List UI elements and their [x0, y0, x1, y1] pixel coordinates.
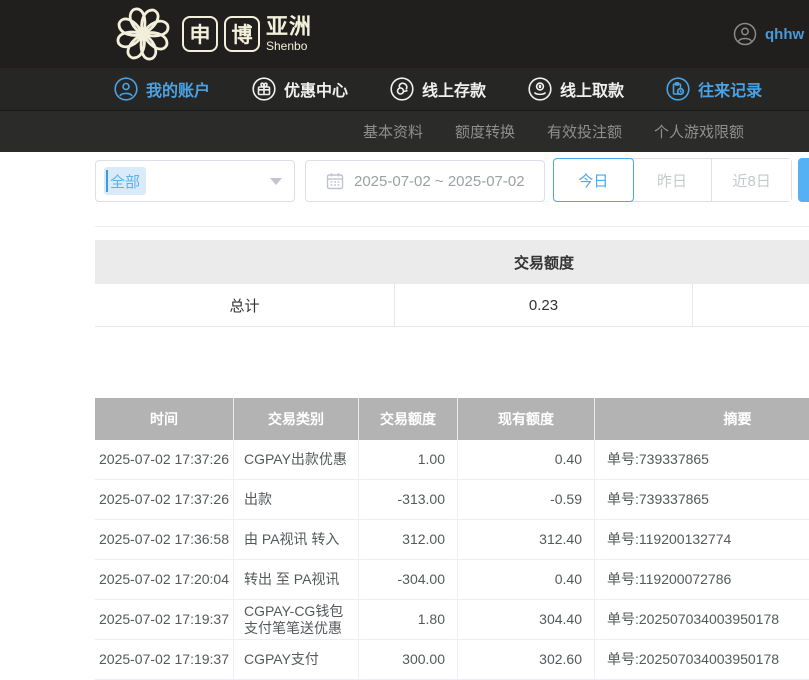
deposit-icon	[390, 77, 414, 101]
text-cursor	[106, 170, 108, 192]
section-divider	[95, 226, 809, 227]
nav-label: 优惠中心	[284, 77, 348, 101]
header-cell-amount: 交易额度	[359, 398, 458, 440]
search-button[interactable]	[798, 158, 809, 202]
selected-type-label: 全部	[110, 171, 140, 192]
flower-logo-icon	[112, 4, 174, 64]
filter-bar: 全部 2025-07-02 ~ 2025-07-02 今日 昨日 近8日	[0, 152, 809, 226]
table-row: 2025-07-02 17:37:26CGPAY出款优惠1.000.40单号:7…	[95, 440, 809, 480]
table-row: 2025-07-02 17:19:37CGPAY支付300.00302.60单号…	[95, 640, 809, 680]
cell-type: CGPAY支付	[234, 640, 359, 679]
gift-icon	[252, 77, 276, 101]
cell-summary: 单号:739337865	[595, 480, 809, 519]
cell-type: 转出 至 PA视讯	[234, 560, 359, 599]
header-cell-summary: 摘要	[595, 398, 809, 440]
cell-time: 2025-07-02 17:37:26	[95, 440, 234, 479]
cell-type: CGPAY-CG钱包支付笔笔送优惠	[234, 600, 359, 639]
yesterday-button[interactable]: 昨日	[633, 159, 713, 201]
transactions-header: 时间交易类别交易额度现有额度摘要	[95, 398, 809, 440]
cell-amount: 300.00	[359, 640, 458, 679]
last-8-days-button[interactable]: 近8日	[712, 159, 791, 201]
cell-balance: 312.40	[458, 520, 595, 559]
cell-time: 2025-07-02 17:36:58	[95, 520, 234, 559]
subnav-item-game-limits[interactable]: 个人游戏限额	[654, 121, 744, 142]
cell-summary: 单号:202507034003950178	[595, 640, 809, 679]
chevron-down-icon	[270, 178, 282, 185]
cell-summary: 单号:739337865	[595, 440, 809, 479]
username: qhhw	[765, 26, 804, 43]
nav-label: 我的账户	[146, 77, 210, 101]
summary-header-label: 交易额度	[395, 240, 693, 284]
logo-char-bo: 博	[224, 16, 260, 52]
transactions-table: 时间交易类别交易额度现有额度摘要 2025-07-02 17:37:26CGPA…	[95, 398, 809, 680]
cell-time: 2025-07-02 17:19:37	[95, 600, 234, 639]
withdraw-icon	[528, 77, 552, 101]
nav-label: 线上存款	[422, 77, 486, 101]
logo-region-cn: 亚洲	[266, 16, 312, 38]
logo-region: 亚洲 Shenbo	[266, 16, 312, 52]
calendar-icon	[326, 172, 344, 190]
cell-summary: 单号:119200132774	[595, 520, 809, 559]
today-button[interactable]: 今日	[553, 158, 634, 202]
cell-balance: -0.59	[458, 480, 595, 519]
nav-label: 往来记录	[698, 77, 762, 101]
cell-type: 出款	[234, 480, 359, 519]
quick-date-buttons: 今日 昨日 近8日	[553, 158, 792, 202]
cell-type: 由 PA视讯 转入	[234, 520, 359, 559]
summary-header-row: 交易额度	[95, 240, 809, 284]
records-icon	[666, 77, 690, 101]
table-row: 2025-07-02 17:20:04转出 至 PA视讯-304.000.40单…	[95, 560, 809, 600]
logo-char-shen: 申	[182, 16, 218, 52]
nav-item-withdraw[interactable]: 线上取款	[528, 77, 624, 101]
avatar-icon	[733, 22, 757, 46]
selected-type-tag: 全部	[104, 167, 146, 195]
summary-total-value: 0.23	[395, 284, 693, 326]
site-logo[interactable]: 申 博 亚洲 Shenbo	[112, 4, 312, 64]
logo-region-en: Shenbo	[266, 40, 312, 52]
cell-amount: 1.00	[359, 440, 458, 479]
nav-label: 线上取款	[560, 77, 624, 101]
main-nav: 我的账户 优惠中心 线上存款 线上取款 往来记录	[0, 68, 809, 110]
date-range-input[interactable]: 2025-07-02 ~ 2025-07-02	[305, 160, 545, 202]
nav-item-promotions[interactable]: 优惠中心	[252, 77, 348, 101]
nav-item-records[interactable]: 往来记录	[666, 77, 762, 101]
account-menu[interactable]: qhhw	[733, 0, 804, 68]
transactions-body: 2025-07-02 17:37:26CGPAY出款优惠1.000.40单号:7…	[95, 440, 809, 680]
cell-amount: 1.80	[359, 600, 458, 639]
cell-amount: 312.00	[359, 520, 458, 559]
cell-balance: 0.40	[458, 560, 595, 599]
cell-time: 2025-07-02 17:19:37	[95, 640, 234, 679]
cell-amount: -313.00	[359, 480, 458, 519]
header-cell-time: 时间	[95, 398, 234, 440]
cell-summary: 单号:202507034003950178	[595, 600, 809, 639]
cell-summary: 单号:119200072786	[595, 560, 809, 599]
cell-time: 2025-07-02 17:37:26	[95, 480, 234, 519]
table-row: 2025-07-02 17:37:26出款-313.00-0.59单号:7393…	[95, 480, 809, 520]
nav-item-my-account[interactable]: 我的账户	[114, 77, 210, 101]
nav-item-deposit[interactable]: 线上存款	[390, 77, 486, 101]
date-range-value: 2025-07-02 ~ 2025-07-02	[354, 173, 525, 190]
subnav-item-basic-info[interactable]: 基本资料	[363, 121, 423, 142]
user-icon	[114, 77, 138, 101]
cell-balance: 304.40	[458, 600, 595, 639]
cell-type: CGPAY出款优惠	[234, 440, 359, 479]
table-row: 2025-07-02 17:19:37CGPAY-CG钱包支付笔笔送优惠1.80…	[95, 600, 809, 640]
table-row: 2025-07-02 17:36:58由 PA视讯 转入312.00312.40…	[95, 520, 809, 560]
cell-amount: -304.00	[359, 560, 458, 599]
subnav-item-credit-transfer[interactable]: 额度转换	[455, 121, 515, 142]
summary-empty-cell	[693, 284, 809, 326]
transaction-type-select[interactable]: 全部	[95, 160, 295, 202]
subnav-item-valid-bets[interactable]: 有效投注额	[547, 121, 622, 142]
cell-time: 2025-07-02 17:20:04	[95, 560, 234, 599]
summary-total-row: 总计 0.23	[95, 284, 809, 327]
cell-balance: 0.40	[458, 440, 595, 479]
cell-balance: 302.60	[458, 640, 595, 679]
header-cell-balance: 现有额度	[458, 398, 595, 440]
header-cell-type: 交易类别	[234, 398, 359, 440]
site-header: 申 博 亚洲 Shenbo qhhw	[0, 0, 809, 68]
summary-table: 交易额度 总计 0.23	[95, 240, 809, 327]
sub-nav: 基本资料 额度转换 有效投注额 个人游戏限额	[0, 110, 809, 152]
summary-total-label: 总计	[95, 284, 395, 326]
